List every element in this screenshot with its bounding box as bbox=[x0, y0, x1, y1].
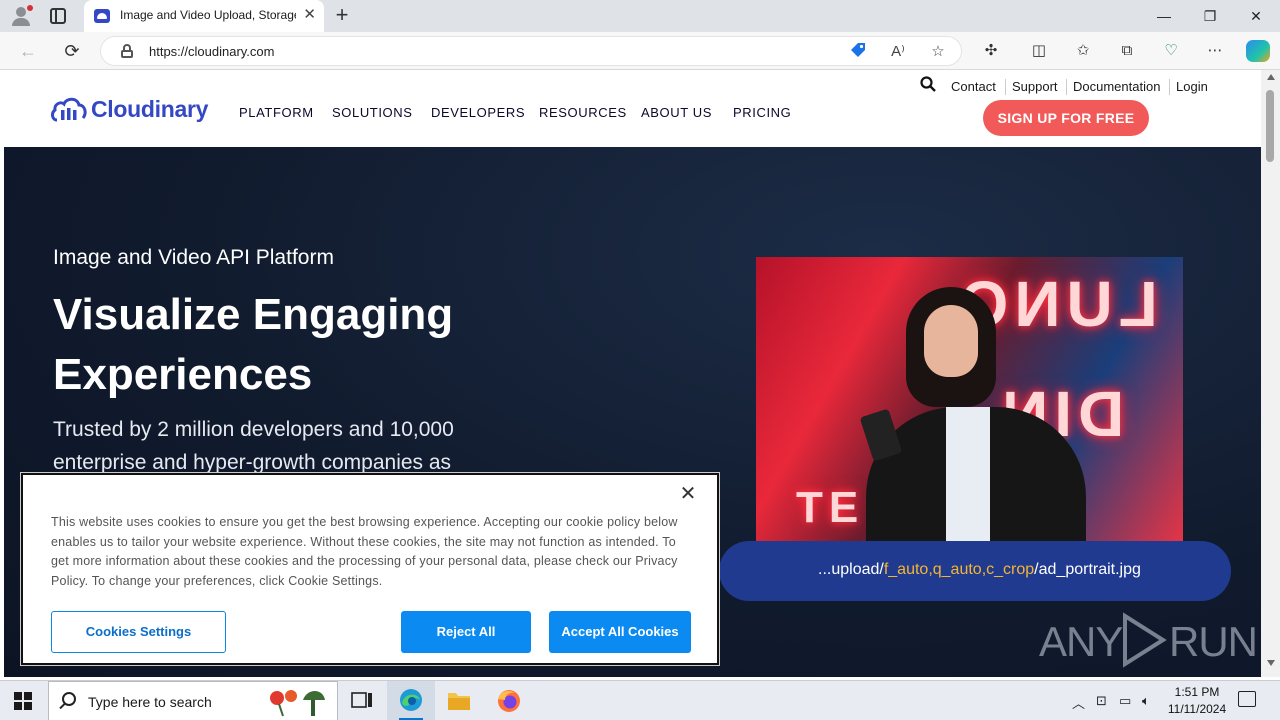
lock-icon bbox=[121, 44, 133, 58]
watermark-right: RUN bbox=[1169, 618, 1258, 665]
tab-close-icon[interactable]: ✕ bbox=[303, 6, 316, 24]
hero-title: Visualize Engaging Experiences bbox=[53, 290, 454, 399]
taskbar-search-placeholder: Type here to search bbox=[88, 694, 212, 710]
accept-all-cookies-button[interactable]: Accept All Cookies bbox=[549, 611, 691, 653]
scroll-down-arrow-icon[interactable] bbox=[1267, 660, 1275, 666]
cookie-close-icon[interactable]: ✕ bbox=[679, 484, 697, 504]
network-icon[interactable]: ▭ bbox=[1119, 693, 1131, 709]
scroll-up-arrow-icon[interactable] bbox=[1267, 74, 1275, 80]
watermark-left: ANY bbox=[1039, 618, 1123, 665]
clock-date: 11/11/2024 bbox=[1167, 702, 1227, 716]
clock-time: 1:51 PM bbox=[1174, 685, 1220, 699]
back-arrow-icon[interactable]: ← bbox=[14, 37, 42, 65]
transformation-url: ...upload/f_auto,q_auto,c_crop/ad_portra… bbox=[818, 561, 1141, 579]
nav-pricing[interactable]: PRICING bbox=[733, 105, 791, 120]
cloudinary-cloud-icon bbox=[51, 97, 87, 122]
portrait-face bbox=[924, 305, 978, 377]
url-suffix: /ad_portrait.jpg bbox=[1034, 561, 1141, 578]
play-triangle-icon bbox=[1123, 612, 1167, 668]
neon-sign-text: TE bbox=[796, 483, 865, 532]
window-restore-button[interactable]: ❐ bbox=[1187, 0, 1233, 32]
nav-developers[interactable]: DEVELOPERS bbox=[431, 105, 525, 120]
nav-about-us[interactable]: ABOUT US bbox=[641, 105, 712, 120]
tab-title: Image and Video Upload, Storage bbox=[120, 8, 296, 22]
tab-actions-icon[interactable] bbox=[50, 8, 66, 24]
url-prefix: ...upload/ bbox=[818, 561, 884, 578]
cookie-policy-text: This website uses cookies to ensure you … bbox=[51, 515, 678, 588]
cloudinary-favicon-icon bbox=[94, 9, 110, 23]
notification-icon[interactable] bbox=[1238, 691, 1256, 707]
copilot-icon[interactable] bbox=[1246, 40, 1270, 62]
shopping-tag-icon[interactable] bbox=[847, 41, 869, 63]
windows-start-icon[interactable] bbox=[14, 692, 32, 710]
utility-divider bbox=[1169, 79, 1170, 95]
more-menu-icon[interactable]: ⋯ bbox=[1204, 40, 1226, 62]
site-header: Cloudinary PLATFORM SOLUTIONS DEVELOPERS… bbox=[4, 70, 1261, 147]
windows-taskbar: Type here to search ︿ ⊡ ▭ 🔈︎ 1:51 PM 11/… bbox=[0, 680, 1280, 720]
hero-eyebrow: Image and Video API Platform bbox=[53, 246, 334, 269]
file-explorer-icon[interactable] bbox=[435, 681, 483, 720]
window-minimize-button[interactable]: — bbox=[1141, 0, 1187, 32]
page-scrollbar[interactable] bbox=[1261, 70, 1280, 677]
support-link[interactable]: Support bbox=[1012, 79, 1058, 94]
address-bar[interactable]: https://cloudinary.com A⁾ ☆ bbox=[100, 36, 962, 66]
hero-portrait-image: LUNC DIN TE bbox=[756, 257, 1183, 543]
url-transform: f_auto,q_auto,c_crop bbox=[883, 561, 1035, 578]
tray-chevron-icon[interactable]: ︿ bbox=[1072, 693, 1085, 712]
nav-resources[interactable]: RESOURCES bbox=[539, 105, 627, 120]
collections-icon[interactable]: ⧉ bbox=[1116, 40, 1138, 62]
refresh-icon[interactable]: ⟳ bbox=[58, 37, 86, 65]
cookie-consent-dialog: ✕ This website uses cookies to ensure yo… bbox=[20, 472, 720, 666]
reject-all-button[interactable]: Reject All bbox=[401, 611, 531, 653]
contact-link[interactable]: Contact bbox=[951, 79, 996, 94]
favorites-icon[interactable]: ✩ bbox=[1072, 40, 1094, 62]
profile-icon[interactable] bbox=[10, 5, 34, 27]
edge-taskbar-icon[interactable] bbox=[387, 681, 435, 720]
tray-security-icon[interactable]: ⊡ bbox=[1096, 693, 1107, 709]
taskbar-clock[interactable]: 1:51 PM 11/11/2024 bbox=[1162, 684, 1232, 718]
cookies-settings-button[interactable]: Cookies Settings bbox=[51, 611, 226, 653]
url-text: https://cloudinary.com bbox=[149, 44, 275, 59]
scroll-thumb[interactable] bbox=[1266, 90, 1274, 162]
extensions-icon[interactable]: ✣ bbox=[980, 40, 1002, 62]
search-highlight-flowers-icon bbox=[270, 690, 325, 717]
taskbar-search-box[interactable]: Type here to search bbox=[48, 681, 338, 720]
hero-subtitle: Trusted by 2 million developers and 10,0… bbox=[53, 418, 454, 474]
nav-platform[interactable]: PLATFORM bbox=[239, 105, 314, 120]
new-tab-button[interactable]: + bbox=[330, 2, 354, 28]
cloudinary-logo[interactable]: Cloudinary bbox=[51, 94, 211, 128]
nav-solutions[interactable]: SOLUTIONS bbox=[332, 105, 413, 120]
documentation-link[interactable]: Documentation bbox=[1073, 79, 1160, 94]
split-screen-icon[interactable]: ◫ bbox=[1028, 40, 1050, 62]
task-view-icon[interactable] bbox=[338, 681, 386, 720]
search-magnifier-icon bbox=[62, 692, 76, 706]
favorite-star-icon[interactable]: ☆ bbox=[927, 41, 949, 63]
browser-essentials-icon[interactable]: ♡ bbox=[1160, 40, 1182, 62]
anyrun-watermark: ANY RUN bbox=[1039, 610, 1258, 670]
logo-text: Cloudinary bbox=[91, 96, 209, 122]
utility-divider bbox=[1005, 79, 1006, 95]
login-link[interactable]: Login bbox=[1176, 79, 1208, 94]
browser-toolbar: ← ⟳ https://cloudinary.com A⁾ ☆ ✣ ◫ ✩ ⧉ … bbox=[0, 32, 1280, 70]
portrait-phone bbox=[859, 408, 903, 462]
browser-tab-strip: Image and Video Upload, Storage ✕ + — ❐ … bbox=[0, 0, 1280, 32]
firefox-icon[interactable] bbox=[485, 681, 533, 720]
browser-tab[interactable]: Image and Video Upload, Storage ✕ bbox=[84, 0, 324, 32]
sign-up-button[interactable]: SIGN UP FOR FREE bbox=[983, 100, 1149, 136]
window-close-button[interactable]: ✕ bbox=[1233, 0, 1279, 32]
read-aloud-icon[interactable]: A⁾ bbox=[887, 41, 909, 63]
volume-icon[interactable]: 🔈︎ bbox=[1142, 693, 1150, 709]
utility-divider bbox=[1066, 79, 1067, 95]
search-icon[interactable] bbox=[920, 76, 936, 92]
transformation-url-pill: ...upload/f_auto,q_auto,c_crop/ad_portra… bbox=[719, 541, 1231, 601]
portrait-shirt bbox=[946, 407, 990, 543]
